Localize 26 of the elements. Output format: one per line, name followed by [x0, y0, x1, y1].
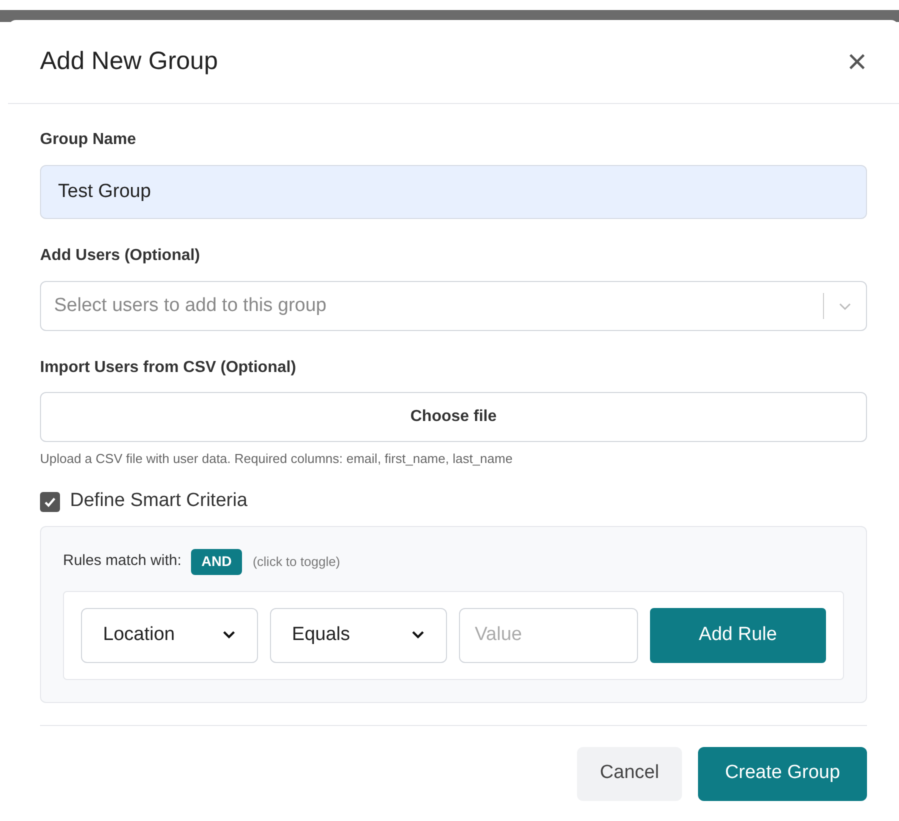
select-value: Location	[103, 622, 175, 647]
select-placeholder: Select users to add to this group	[53, 294, 328, 318]
cancel-button[interactable]: Cancel	[577, 746, 682, 800]
chevron-down-icon	[838, 301, 852, 311]
rules-match-label: Rules match with:	[63, 551, 182, 572]
group-name-field[interactable]: Test Group	[40, 165, 867, 219]
field-select[interactable]: Location	[81, 608, 258, 662]
chevron-down-icon	[410, 630, 425, 640]
dialog-title: Add New Group	[40, 46, 218, 77]
checkbox[interactable]	[40, 492, 60, 512]
field-label: Import Users from CSV (Optional)	[40, 358, 298, 378]
users-select[interactable]: Select users to add to this group	[40, 281, 867, 331]
value-field[interactable]: Value	[458, 608, 638, 662]
select-value: Equals	[292, 622, 350, 647]
add-rule-button[interactable]: Add Rule	[650, 608, 826, 662]
choose-file-button[interactable]: Choose file	[40, 392, 867, 442]
close-button[interactable]: ×	[847, 44, 867, 78]
field-label: Group Name	[40, 130, 138, 150]
chevron-down-icon	[222, 630, 236, 640]
field-label: Add Users (Optional)	[40, 246, 202, 266]
operator-toggle[interactable]: AND	[191, 548, 242, 574]
toggle-hint: (click to toggle)	[252, 552, 340, 571]
comparison-select[interactable]: Equals	[270, 608, 447, 662]
help-text: Upload a CSV file with user data. Required columns: email, first_name, last_name	[40, 450, 514, 468]
checkbox-label: Define Smart Criteria	[70, 489, 248, 514]
create-group-button[interactable]: Create Group	[698, 746, 867, 800]
